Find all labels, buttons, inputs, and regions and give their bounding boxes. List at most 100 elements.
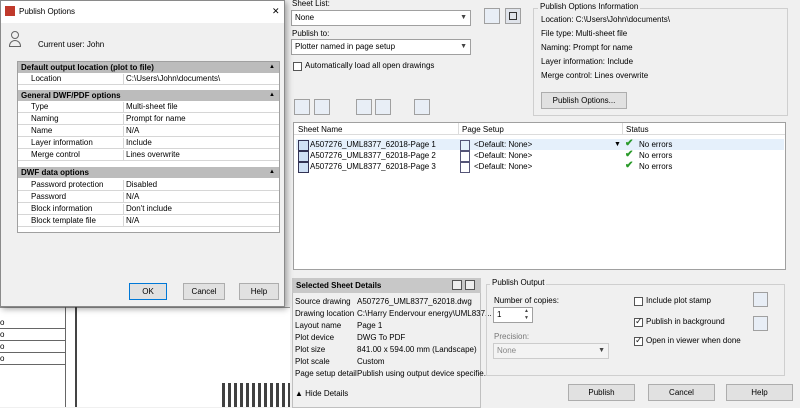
table-row[interactable]: A507276_UML8377_62018-Page 3 <Default: N… xyxy=(296,160,784,173)
chevron-down-icon: ▼ xyxy=(598,347,605,354)
plot-stamp-label: Include plot stamp xyxy=(646,296,711,305)
close-icon[interactable]: ✕ xyxy=(272,6,280,17)
collapse-icon[interactable]: ▲ xyxy=(269,167,275,178)
col-sheet-name[interactable]: Sheet Name xyxy=(298,125,342,134)
copies-stepper[interactable]: 1 ▲ ▼ xyxy=(493,307,533,323)
dialog-titlebar: Publish Options ✕ xyxy=(1,1,284,23)
status-value: No errors xyxy=(639,140,673,149)
detail-key: Drawing location xyxy=(295,309,355,318)
property-row[interactable]: Layer information Include xyxy=(18,138,279,149)
help-button[interactable]: Help xyxy=(239,283,279,300)
property-key: Block template file xyxy=(31,216,124,226)
info-line: Layer information: Include xyxy=(541,57,634,66)
page-setup-value: <Default: None> xyxy=(474,162,533,171)
section-dwf-data-options[interactable]: DWF data options ▲ xyxy=(18,167,279,178)
property-key: Password protection xyxy=(31,180,124,190)
property-row[interactable]: Block information Don't include xyxy=(18,204,279,215)
sheet-name: A507276_UML8377_62018-Page 1 xyxy=(310,140,436,149)
background-table: o o o o xyxy=(0,307,66,407)
detail-value: Custom xyxy=(357,357,385,366)
property-value: C:\Users\John\documents\ xyxy=(126,74,221,83)
add-sheets-icon[interactable] xyxy=(294,99,310,115)
property-row[interactable]: Type Multi-sheet file xyxy=(18,102,279,113)
chevron-down-icon[interactable]: ▼ xyxy=(614,139,621,150)
col-divider xyxy=(622,123,623,135)
property-value: Don't include xyxy=(126,204,172,213)
hide-details-link[interactable]: ▲ Hide Details xyxy=(295,389,348,398)
info-line: Location: C:\Users\John\documents\ xyxy=(541,15,670,24)
publish-cancel-button[interactable]: Cancel xyxy=(648,384,715,401)
property-row[interactable]: Merge control Lines overwrite xyxy=(18,150,279,161)
property-value: Multi-sheet file xyxy=(126,102,178,111)
collapse-icon[interactable]: ▲ xyxy=(269,90,275,101)
plot-stamp-checkbox[interactable] xyxy=(634,297,643,306)
property-row[interactable]: Naming Prompt for name xyxy=(18,114,279,125)
property-value: Prompt for name xyxy=(126,114,186,123)
section-output-location[interactable]: Default output location (plot to file) ▲ xyxy=(18,62,279,73)
save-sheet-list-icon[interactable] xyxy=(505,8,521,24)
user-icon xyxy=(9,31,21,47)
publish-help-button[interactable]: Help xyxy=(726,384,793,401)
publish-button[interactable]: Publish xyxy=(568,384,635,401)
info-title: Publish Options Information xyxy=(538,2,641,11)
property-key: Password xyxy=(31,192,124,202)
load-sheet-list-icon[interactable] xyxy=(484,8,500,24)
table-header: Sheet Name Page Setup Status xyxy=(294,123,785,135)
col-status[interactable]: Status xyxy=(626,125,649,134)
sheet-list-select[interactable]: None ▼ xyxy=(291,10,471,26)
chevron-down-icon: ▼ xyxy=(460,43,467,50)
ok-button[interactable]: OK xyxy=(129,283,167,300)
section-general-options[interactable]: General DWF/PDF options ▲ xyxy=(18,90,279,101)
publish-background-label: Publish in background xyxy=(646,317,725,326)
col-page-setup[interactable]: Page Setup xyxy=(462,125,504,134)
table-row[interactable]: A507276_UML8377_62018-Page 1 <Default: N… xyxy=(296,138,784,151)
publish-to-select[interactable]: Plotter named in page setup ▼ xyxy=(291,39,471,55)
check-icon: ✔ xyxy=(625,160,634,171)
page-setup-value: <Default: None> xyxy=(474,151,533,160)
dialog-title: Publish Options xyxy=(19,7,76,16)
bg-cell: o xyxy=(0,341,66,353)
publish-options-button[interactable]: Publish Options... xyxy=(541,92,627,109)
publish-background-checkbox[interactable] xyxy=(634,316,643,327)
status-value: No errors xyxy=(639,151,673,160)
preview-icon[interactable] xyxy=(414,99,430,115)
open-viewer-checkbox[interactable] xyxy=(634,335,643,346)
details-toggle-icon[interactable] xyxy=(452,280,462,290)
property-value: Include xyxy=(126,138,152,147)
publish-options-dialog: Publish Options ✕ Current user: John Def… xyxy=(0,0,285,307)
move-down-icon[interactable] xyxy=(375,99,391,115)
copies-label: Number of copies: xyxy=(494,296,559,305)
app-icon xyxy=(5,6,15,16)
info-line: Naming: Prompt for name xyxy=(541,43,633,52)
publish-to-label: Publish to: xyxy=(292,29,330,38)
user-head xyxy=(11,31,19,39)
precision-select[interactable]: None ▼ xyxy=(493,343,609,359)
sheet-name: A507276_UML8377_62018-Page 2 xyxy=(310,151,436,160)
bg-cell: o xyxy=(0,353,66,365)
property-key: Location xyxy=(31,74,124,84)
property-row[interactable]: Password protection Disabled xyxy=(18,180,279,191)
hide-details-text: Hide Details xyxy=(305,389,349,398)
detail-value: DWG To PDF xyxy=(357,333,406,342)
info-line: Merge control: Lines overwrite xyxy=(541,71,649,80)
auto-load-checkbox[interactable] xyxy=(293,62,302,71)
bg-cell: o xyxy=(0,329,66,341)
stepper-icon[interactable]: ▲ ▼ xyxy=(524,308,529,322)
property-row[interactable]: Location C:\Users\John\documents\ xyxy=(18,74,279,85)
section-title: DWF data options xyxy=(21,168,89,177)
property-row[interactable]: Password N/A xyxy=(18,192,279,203)
property-row[interactable]: Name N/A xyxy=(18,126,279,137)
details-pages-icon[interactable] xyxy=(465,280,475,290)
precision-label: Precision: xyxy=(494,332,530,341)
cancel-button[interactable]: Cancel xyxy=(183,283,225,300)
plot-stamp-settings-icon[interactable] xyxy=(753,292,768,307)
drawing-preview xyxy=(222,383,290,407)
caret-up-icon: ▲ xyxy=(295,389,306,398)
remove-sheets-icon[interactable] xyxy=(314,99,330,115)
background-settings-icon[interactable] xyxy=(753,316,768,331)
property-row[interactable]: Block template file N/A xyxy=(18,216,279,227)
move-up-icon[interactable] xyxy=(356,99,372,115)
collapse-icon[interactable]: ▲ xyxy=(269,62,275,73)
floppy-icon xyxy=(509,12,517,20)
table-row[interactable]: A507276_UML8377_62018-Page 2 <Default: N… xyxy=(296,149,784,162)
